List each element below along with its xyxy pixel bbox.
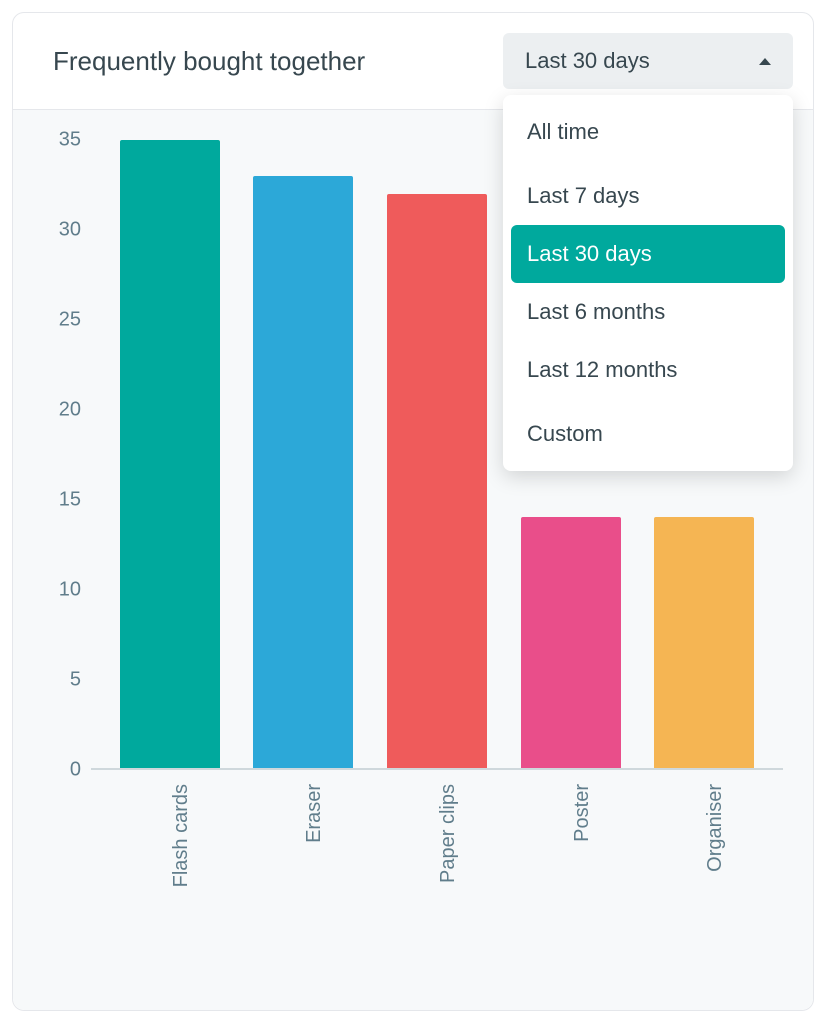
card-header: Frequently bought together Last 30 days …	[13, 13, 813, 110]
dropdown-selected-label: Last 30 days	[525, 48, 650, 74]
x-tick-label: Flash cards	[170, 784, 193, 887]
bar-slot	[120, 140, 220, 768]
y-tick-label: 0	[70, 759, 81, 782]
x-tick-label: Eraser	[303, 784, 326, 843]
timerange-dropdown-toggle[interactable]: Last 30 days	[503, 33, 793, 89]
timerange-option[interactable]: Last 30 days	[511, 225, 785, 283]
bar-slot	[387, 140, 487, 768]
bar	[521, 517, 621, 768]
x-label-slot: Paper clips	[387, 770, 487, 1000]
y-axis: 05101520253035	[43, 140, 91, 770]
timerange-option[interactable]: Custom	[511, 405, 785, 463]
bar	[654, 517, 754, 768]
y-tick-label: 15	[59, 489, 81, 512]
y-tick-label: 25	[59, 309, 81, 332]
timerange-option[interactable]: Last 6 months	[511, 283, 785, 341]
chart-card: Frequently bought together Last 30 days …	[12, 12, 814, 1011]
y-tick-label: 10	[59, 579, 81, 602]
card-title: Frequently bought together	[53, 46, 365, 77]
timerange-dropdown-menu: All time Last 7 daysLast 30 daysLast 6 mo…	[503, 95, 793, 471]
y-tick-label: 30	[59, 219, 81, 242]
bar	[387, 194, 487, 768]
x-tick-label: Paper clips	[437, 784, 460, 883]
y-tick-label: 35	[59, 129, 81, 152]
x-label-slot: Eraser	[253, 770, 353, 1000]
timerange-option[interactable]: Last 7 days	[511, 167, 785, 225]
caret-up-icon	[759, 58, 771, 65]
x-tick-label: Poster	[571, 784, 594, 842]
y-tick-label: 5	[70, 669, 81, 692]
bar-slot	[253, 140, 353, 768]
x-label-slot: Organiser	[654, 770, 754, 1000]
timerange-option[interactable]: Last 12 months	[511, 341, 785, 399]
x-axis-labels: Flash cards Eraser Paper clips Poster Organi…	[91, 770, 783, 1000]
y-tick-label: 20	[59, 399, 81, 422]
x-tick-label: Organiser	[704, 784, 727, 872]
timerange-dropdown: Last 30 days All timeLast 7 daysLast 30 …	[503, 33, 793, 89]
bar	[120, 140, 220, 768]
bar	[253, 176, 353, 768]
timerange-option[interactable]: All time	[511, 103, 785, 161]
x-label-slot: Poster	[521, 770, 621, 1000]
x-label-slot: Flash cards	[120, 770, 220, 1000]
